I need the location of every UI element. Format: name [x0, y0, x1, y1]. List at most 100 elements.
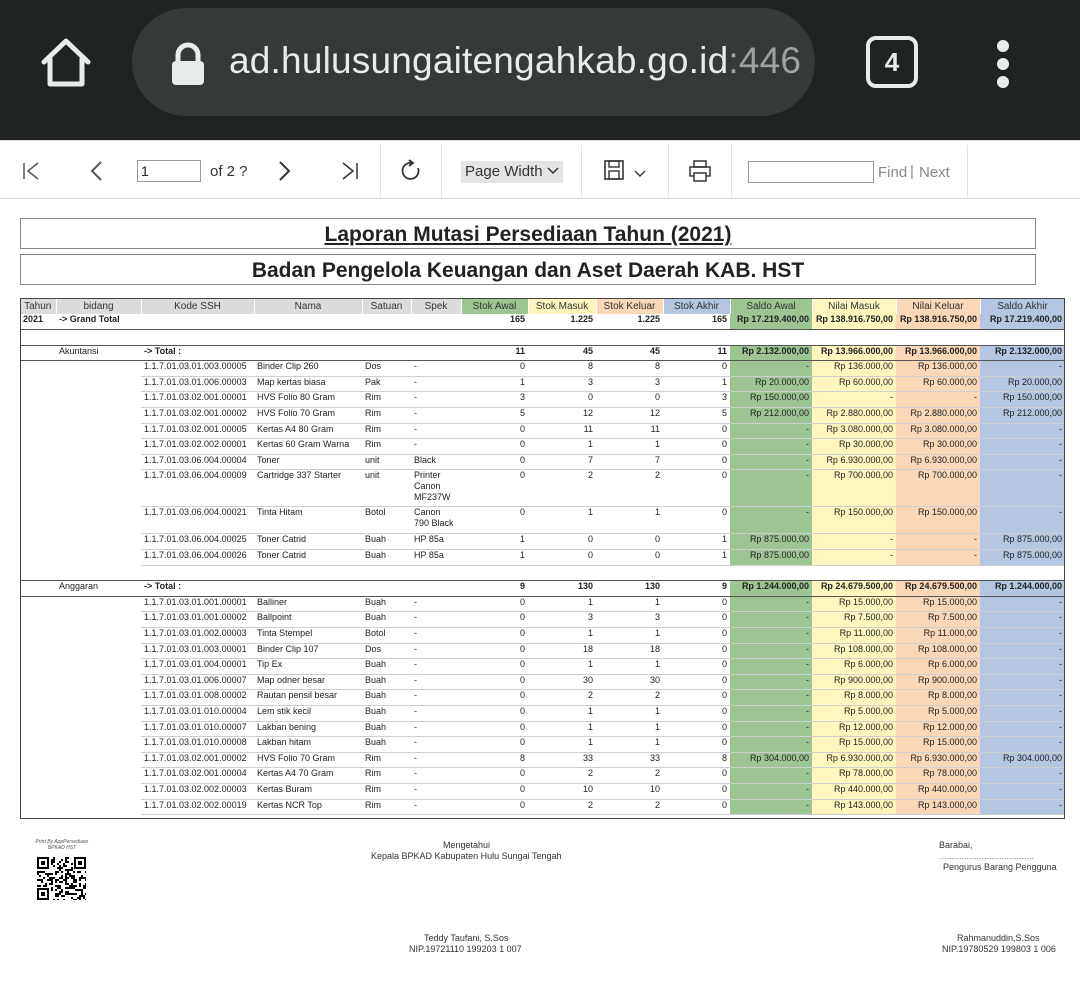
- table-cell: 0: [663, 643, 730, 660]
- refresh-icon[interactable]: [399, 159, 423, 183]
- kode-cell: 1.1.7.01.03.02.001.00005: [141, 423, 254, 440]
- table-cell: 0: [461, 423, 528, 440]
- qr-module: [67, 883, 69, 885]
- qr-module: [65, 861, 67, 863]
- table-cell: 0: [596, 533, 663, 551]
- next-link[interactable]: Next: [919, 164, 950, 181]
- report-toolbar: 1 of 2 ? Page Width Find | Next: [0, 140, 1080, 199]
- table-cell: -: [980, 674, 1065, 691]
- export-save-icon[interactable]: [603, 159, 649, 183]
- table-cell: Rp 11.000,00: [896, 627, 980, 644]
- qr-module: [61, 895, 63, 897]
- table-cell: 0: [663, 469, 730, 508]
- table-cell: [20, 345, 56, 362]
- table-row: 1.1.7.01.03.06.004.00025 Toner Catrid Buah…: [20, 533, 1065, 551]
- page-count-label: of 2 ?: [210, 163, 248, 180]
- satuan-cell: Buah: [362, 689, 411, 706]
- table-cell: Rp 13.966.000,00: [812, 345, 896, 362]
- home-icon[interactable]: [38, 34, 94, 90]
- table-cell: [20, 361, 56, 377]
- qr-module: [71, 875, 73, 877]
- table-cell: [20, 752, 56, 768]
- table-cell: 165: [663, 314, 730, 331]
- table-cell: Rp 1.244.000,00: [730, 580, 812, 597]
- nama-cell: Tinta Hitam: [254, 506, 362, 535]
- qr-module: [85, 887, 87, 889]
- qr-module: [79, 889, 81, 891]
- table-cell: Rp 875.000,00: [980, 549, 1065, 566]
- qr-module: [71, 897, 73, 899]
- spek-cell: HP 85a: [411, 533, 461, 551]
- toolbar-divider: [668, 145, 669, 197]
- table-cell: [56, 376, 141, 392]
- spek-cell: -: [411, 643, 461, 660]
- next-page-icon[interactable]: [272, 159, 296, 183]
- table-cell: 0: [461, 658, 528, 675]
- kode-cell: 1.1.7.01.03.06.004.00021: [141, 506, 254, 535]
- table-cell: 0: [461, 674, 528, 691]
- table-cell: Rp 7.500,00: [812, 611, 896, 628]
- table-cell: Rp 2.880.000,00: [896, 407, 980, 424]
- nama-cell: Ballpoint: [254, 611, 362, 628]
- qr-module: [61, 867, 63, 869]
- table-row: 1.1.7.01.03.02.002.00001 Kertas 60 Gram W…: [20, 438, 1065, 455]
- qr-module: [67, 891, 69, 893]
- qr-module: [69, 893, 71, 895]
- chevron-down-icon: [547, 167, 559, 175]
- qr-module: [83, 897, 85, 899]
- url-bar[interactable]: ad.hulusungaitengahkab.go.id:446: [132, 8, 815, 116]
- column-header: Kode SSH: [141, 298, 255, 314]
- table-cell: 0: [461, 506, 528, 535]
- overflow-menu-icon[interactable]: [990, 36, 1016, 92]
- table-cell: [980, 329, 1065, 346]
- bidang-cell: Anggaran: [56, 580, 141, 597]
- table-cell: 9: [663, 580, 730, 597]
- table-body: 2021 -> Grand Total 165 1.225 1.225 165 Rp 17.…: [20, 314, 1065, 816]
- table-cell: 0: [596, 549, 663, 566]
- print-icon[interactable]: [688, 159, 712, 183]
- table-cell: [56, 470, 141, 507]
- report-table: Tahun bidang Kode SSH Nama Satuan Spek Stok Aw…: [20, 298, 1066, 816]
- table-cell: 1: [461, 376, 528, 393]
- table-cell: -: [980, 689, 1065, 706]
- qr-module: [85, 877, 87, 879]
- qr-module: [75, 885, 77, 887]
- column-header: Nama: [254, 298, 363, 314]
- satuan-cell: Rim: [362, 752, 411, 769]
- find-link[interactable]: Find: [878, 164, 907, 181]
- find-input[interactable]: [748, 161, 874, 183]
- zoom-select[interactable]: Page Width: [461, 161, 563, 183]
- qr-module: [67, 869, 69, 871]
- table-cell: 45: [596, 345, 663, 362]
- qr-module: [55, 893, 57, 895]
- table-row: 1.1.7.01.03.06.004.00021 Tinta Hitam Botol…: [20, 506, 1065, 535]
- table-cell: -: [730, 454, 812, 471]
- table-cell: 8: [528, 360, 596, 377]
- table-cell: 0: [663, 799, 730, 816]
- table-cell: Rp 440.000,00: [812, 783, 896, 800]
- tab-count-button[interactable]: 4: [866, 36, 918, 88]
- satuan-cell: Buah: [362, 674, 411, 691]
- qr-module: [83, 885, 85, 887]
- table-cell: [20, 565, 56, 582]
- table-cell: Rp 15.000,00: [812, 596, 896, 613]
- table-row: 1.1.7.01.03.06.004.00004 Toner unit Black 0 7…: [20, 454, 1065, 471]
- qr-module: [83, 877, 85, 879]
- table-cell: 11: [528, 423, 596, 440]
- previous-page-icon[interactable]: [85, 159, 109, 183]
- table-cell: [56, 612, 141, 628]
- qr-module: [49, 879, 51, 881]
- satuan-cell: Rim: [362, 799, 411, 816]
- table-cell: 1: [596, 438, 663, 455]
- qr-module: [69, 869, 71, 871]
- last-page-icon[interactable]: [337, 159, 361, 183]
- table-cell: 2: [596, 689, 663, 706]
- page-number-input[interactable]: 1: [137, 160, 201, 182]
- table-cell: -: [980, 360, 1065, 377]
- spek-cell: HP 85a: [411, 549, 461, 566]
- table-cell: -: [980, 627, 1065, 644]
- table-cell: 1: [528, 721, 596, 738]
- nama-cell: Kertas 60 Gram Warna: [254, 438, 362, 455]
- first-page-icon[interactable]: [20, 159, 44, 183]
- spek-cell: Canon 790 Black: [411, 506, 461, 535]
